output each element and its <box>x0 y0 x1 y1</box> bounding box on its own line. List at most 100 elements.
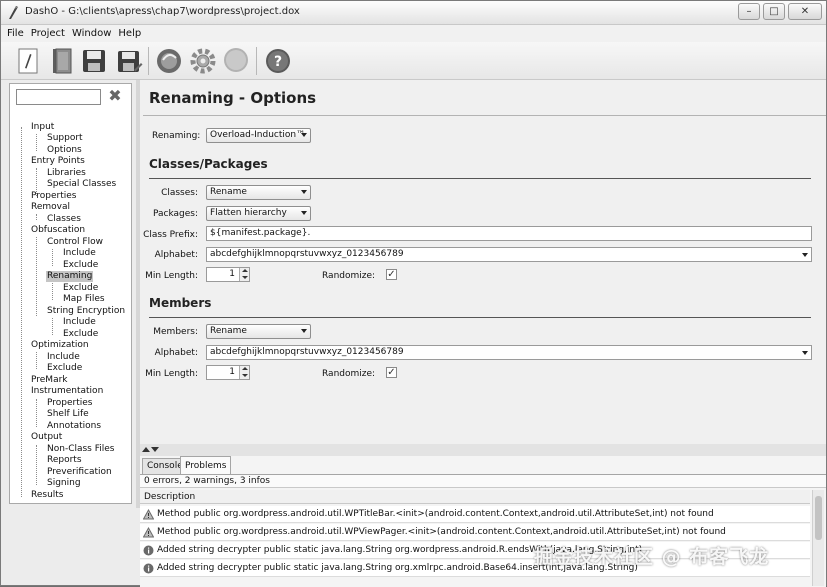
members-alphabet-label: Alphabet: <box>154 348 198 358</box>
class-prefix-label: Class Prefix: <box>143 230 198 240</box>
problem-row[interactable]: Method public org.wordpress.android.util… <box>140 506 810 523</box>
tree-item-instrumentation-properties[interactable]: Properties <box>46 398 93 409</box>
horizontal-splitter[interactable] <box>140 444 826 456</box>
toolbar-separator <box>148 47 149 75</box>
menu-project[interactable]: Project <box>31 28 65 39</box>
spin-down-icon[interactable] <box>242 276 248 279</box>
build-icon[interactable] <box>154 46 184 76</box>
classes-select[interactable]: Rename <box>206 185 311 200</box>
tree-item-string-encryption[interactable]: String Encryption <box>46 306 126 317</box>
tree-item-premark[interactable]: PreMark <box>30 375 69 386</box>
tree-item-instrumentation[interactable]: Instrumentation <box>30 386 104 397</box>
settings-gear-icon[interactable] <box>188 46 218 76</box>
stop-icon[interactable] <box>221 46 251 76</box>
tree-line <box>36 445 37 485</box>
spin-up-icon[interactable] <box>242 367 248 370</box>
tree-item-removal[interactable]: Removal <box>30 202 71 213</box>
tree-item-classes[interactable]: Classes <box>46 214 82 225</box>
classes-randomize-checkbox[interactable]: ✓ <box>386 269 397 280</box>
classes-alphabet-combo[interactable]: abcdefghijklmnopqrstuvwxyz_0123456789 <box>206 247 812 262</box>
maximize-button[interactable]: □ <box>763 3 785 20</box>
tree-item-control-flow[interactable]: Control Flow <box>46 237 104 248</box>
tree-item-annotations[interactable]: Annotations <box>46 421 102 432</box>
scrollbar-thumb[interactable] <box>815 496 822 540</box>
tree-item-results[interactable]: Results <box>30 490 65 501</box>
tree-item-shelf-life[interactable]: Shelf Life <box>46 409 90 420</box>
info-icon <box>143 545 154 556</box>
chevron-down-icon <box>301 133 307 137</box>
chevron-down-icon <box>802 351 808 355</box>
tree-item-support[interactable]: Support <box>46 133 84 144</box>
warning-icon <box>143 527 154 538</box>
problem-row[interactable]: Method public org.wordpress.android.util… <box>140 524 810 541</box>
menu-help[interactable]: Help <box>118 28 141 39</box>
tree-item-preverification[interactable]: Preverification <box>46 467 113 478</box>
tree-filter-input[interactable] <box>16 89 101 105</box>
chevron-down-icon <box>802 253 808 257</box>
tab-problems[interactable]: Problems <box>180 456 232 474</box>
tree-item-map-files[interactable]: Map Files <box>62 294 106 305</box>
chevron-down-icon <box>301 329 307 333</box>
menu-file[interactable]: File <box>7 28 24 39</box>
packages-select[interactable]: Flatten hierarchy <box>206 206 311 221</box>
tree-item-renaming[interactable]: Renaming <box>46 271 94 282</box>
renaming-select[interactable]: Overload-Induction™ <box>206 128 311 143</box>
spinner-buttons[interactable] <box>239 268 249 281</box>
members-alphabet-combo[interactable]: abcdefghijklmnopqrstuvwxyz_0123456789 <box>206 345 812 360</box>
save-icon[interactable] <box>79 46 109 76</box>
tree-item-entry-points[interactable]: Entry Points <box>30 156 86 167</box>
tree-item-options[interactable]: Options <box>46 145 83 156</box>
spinner-buttons[interactable] <box>239 366 249 379</box>
open-project-icon[interactable] <box>47 46 77 76</box>
minimize-button[interactable]: – <box>738 3 760 20</box>
problems-scrollbar[interactable] <box>812 490 824 586</box>
tree-item-non-class-files[interactable]: Non-Class Files <box>46 444 115 455</box>
tree-item-input[interactable]: Input <box>30 122 55 133</box>
dasho-app-icon <box>9 6 19 19</box>
classes-select-value: Rename <box>210 187 247 197</box>
window-controls: – □ ✕ <box>738 3 822 20</box>
class-prefix-input[interactable]: ${manifest.package}. <box>206 226 812 241</box>
description-column-header[interactable]: Description <box>140 490 810 504</box>
tree-item-control-flow-exclude[interactable]: Exclude <box>62 260 99 271</box>
clear-filter-icon[interactable]: ✖ <box>107 88 123 104</box>
tree-item-optimization-include[interactable]: Include <box>46 352 81 363</box>
classes-min-length-label: Min Length: <box>145 271 198 281</box>
tree-line <box>52 318 53 335</box>
tree-item-optimization[interactable]: Optimization <box>30 340 90 351</box>
tree-item-output[interactable]: Output <box>30 432 63 443</box>
close-button[interactable]: ✕ <box>788 3 822 20</box>
problems-summary: 0 errors, 2 warnings, 3 infos <box>140 474 826 488</box>
menu-bar: File Project Window Help <box>1 25 826 42</box>
tree-item-control-flow-include[interactable]: Include <box>62 248 97 259</box>
tree-item-string-encryption-exclude[interactable]: Exclude <box>62 329 99 340</box>
collapse-down-icon[interactable] <box>151 447 159 452</box>
tree-item-special-classes[interactable]: Special Classes <box>46 179 117 190</box>
maximize-icon: □ <box>769 5 779 17</box>
spin-up-icon[interactable] <box>242 269 248 272</box>
members-min-length-spinner[interactable]: 1 <box>206 365 250 380</box>
spin-down-icon[interactable] <box>242 374 248 377</box>
renaming-label: Renaming: <box>152 131 201 141</box>
tree-item-reports[interactable]: Reports <box>46 455 83 466</box>
tree-item-renaming-exclude[interactable]: Exclude <box>62 283 99 294</box>
members-select[interactable]: Rename <box>206 324 311 339</box>
members-randomize-checkbox[interactable]: ✓ <box>386 367 397 378</box>
app-window: DashO - G:\clients\apress\chap7\wordpres… <box>0 0 827 587</box>
save-as-icon[interactable] <box>114 46 144 76</box>
tree-item-optimization-exclude[interactable]: Exclude <box>46 363 83 374</box>
tree-item-obfuscation[interactable]: Obfuscation <box>30 225 86 236</box>
chevron-down-icon <box>301 190 307 194</box>
tree-item-properties[interactable]: Properties <box>30 191 77 202</box>
classes-min-length-spinner[interactable]: 1 <box>206 267 250 282</box>
menu-window[interactable]: Window <box>72 28 111 39</box>
tree-item-libraries[interactable]: Libraries <box>46 168 87 179</box>
help-icon[interactable]: ? <box>263 46 293 76</box>
tree-item-signing[interactable]: Signing <box>46 478 82 489</box>
tree-item-string-encryption-include[interactable]: Include <box>62 317 97 328</box>
problem-text: Method public org.wordpress.android.util… <box>157 509 714 519</box>
expand-up-icon[interactable] <box>142 447 150 452</box>
toolbar: ? <box>1 42 826 80</box>
new-project-icon[interactable] <box>13 46 43 76</box>
tree-line <box>36 134 37 151</box>
